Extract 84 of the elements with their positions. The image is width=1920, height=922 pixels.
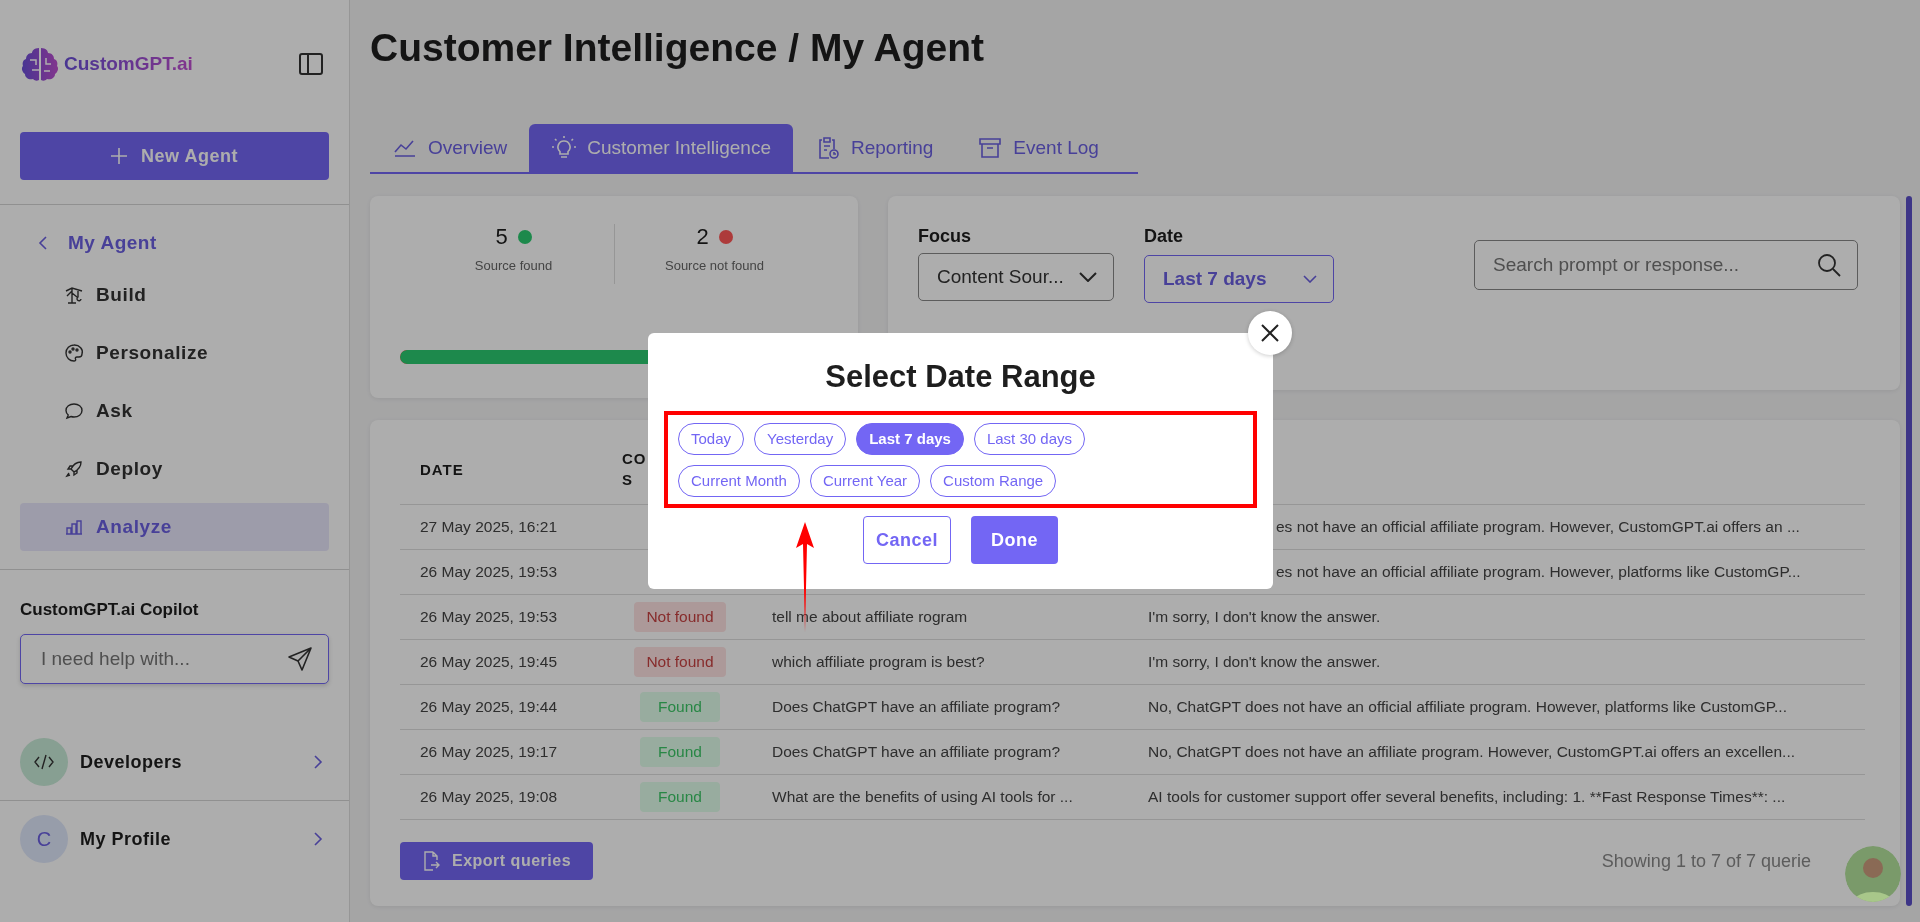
range-chip[interactable]: Last 7 days	[856, 422, 964, 455]
table-cell: I'm sorry, I don't know the answer.	[1148, 653, 1381, 670]
tab[interactable]: Reporting	[792, 124, 956, 172]
table-cell: 26 May 2025, 19:45	[420, 653, 558, 670]
field-label: Date	[1144, 226, 1183, 247]
table-cell: What are the benefits of using AI tools for ...	[772, 788, 1073, 805]
avatar[interactable]	[1845, 846, 1901, 902]
new-agent-button[interactable]: New Agent	[20, 132, 329, 180]
dialog-title: Select Date Range	[825, 359, 1096, 395]
range-chip[interactable]: Yesterday	[754, 422, 847, 455]
nav-item[interactable]: Deploy	[20, 445, 329, 493]
search-field[interactable]: Search prompt or response...	[1474, 240, 1858, 290]
chevron-down-icon	[1303, 275, 1317, 283]
tab[interactable]: Customer Intelligence	[529, 124, 793, 172]
date-dropdown[interactable]: Last 7 days	[1144, 255, 1334, 303]
profile-link[interactable]: My Profile	[80, 828, 172, 850]
table-cell: tell me about affiliate rogram	[772, 608, 968, 625]
archive-box-icon	[977, 135, 1004, 161]
tab[interactable]: Overview	[370, 124, 530, 172]
table-cell: 26 May 2025, 19:53	[420, 563, 558, 580]
search-icon[interactable]	[1816, 252, 1842, 278]
done-button[interactable]: Done	[971, 516, 1058, 564]
table-cell: 26 May 2025, 19:08	[420, 788, 558, 805]
export-button[interactable]: Export queries	[400, 842, 594, 880]
chevron-right-icon[interactable]	[313, 755, 323, 769]
chevron-down-icon	[1079, 272, 1097, 282]
chevron-right-icon[interactable]	[313, 832, 323, 846]
nav-item[interactable]: Personalize	[20, 329, 329, 377]
nav-item[interactable]: Build	[20, 271, 329, 319]
status-label: Found	[640, 737, 720, 767]
stat-value: 5	[495, 224, 508, 250]
focus-dropdown[interactable]: Content Sour...	[918, 253, 1114, 301]
table-cell: Does ChatGPT have an affiliate program?	[772, 698, 1061, 715]
range-chip[interactable]: Last 30 days	[973, 422, 1085, 455]
sidebar-toggle-icon[interactable]	[299, 53, 323, 75]
copilot-input[interactable]: I need help with...	[20, 634, 329, 684]
rocket-icon	[64, 459, 84, 479]
nav-item[interactable]: Ask	[20, 387, 329, 435]
status-label: Found	[640, 782, 720, 812]
stat-value: 2	[696, 224, 709, 250]
palette-icon	[64, 343, 84, 363]
profile-avatar[interactable]: C	[20, 815, 68, 863]
field-label: Focus	[918, 226, 971, 247]
plus-icon	[111, 148, 128, 164]
column-header: DATE	[420, 460, 464, 478]
export-file-icon	[422, 851, 440, 871]
send-icon[interactable]	[287, 646, 313, 672]
developers-link[interactable]: Developers	[80, 751, 183, 773]
chat-bubble-icon	[64, 401, 84, 421]
bar-chart-icon	[64, 517, 84, 537]
range-chip[interactable]: Custom Range	[930, 464, 1057, 497]
table-cell: 26 May 2025, 19:44	[420, 698, 558, 715]
back-link[interactable]: My Agent	[20, 225, 175, 261]
stat-label: Source found	[474, 258, 553, 273]
tab[interactable]: Event Log	[955, 124, 1121, 172]
column-header: CO S	[622, 449, 647, 490]
table-cell: No, ChatGPT does not have an official affiliate program. However, platforms like CustomGP...	[1148, 698, 1787, 715]
chevron-left-icon	[38, 236, 48, 250]
copilot-title: CustomGPT.ai Copilot	[20, 600, 200, 620]
table-cell: es not have an official affiliate program. However, CustomGPT.ai offers an ...	[1276, 518, 1800, 535]
status-label: Found	[640, 692, 720, 722]
range-chip[interactable]: Today	[678, 422, 745, 455]
stat-label: Source not found	[665, 258, 764, 273]
range-chip[interactable]: Current Month	[678, 464, 800, 497]
table-cell: 26 May 2025, 19:53	[420, 608, 558, 625]
table-cell: AI tools for customer support offer several benefits, including: 1. **Fast Response Times**: ...	[1148, 788, 1786, 805]
crane-icon	[64, 285, 84, 305]
page-title: Customer Intelligence / My Agent	[370, 26, 984, 71]
table-cell: es not have an official affiliate program. However, platforms like CustomGP...	[1276, 563, 1801, 580]
scrollbar[interactable]	[1906, 196, 1912, 906]
table-cell: which affiliate program is best?	[772, 653, 985, 670]
range-chip[interactable]: Current Year	[809, 464, 921, 497]
table-cell: 27 May 2025, 16:21	[420, 518, 558, 535]
status-label: Not found	[634, 647, 726, 677]
pagination-info: Showing 1 to 7 of 7 querie	[1601, 850, 1811, 872]
table-cell: No, ChatGPT does not have an affiliate program. However, CustomGPT.ai offers an excellen...	[1148, 743, 1796, 760]
table-cell: Does ChatGPT have an affiliate program?	[772, 743, 1061, 760]
lightbulb-icon	[551, 135, 578, 161]
table-cell: I'm sorry, I don't know the answer.	[1148, 608, 1381, 625]
status-label: Not found	[634, 602, 726, 632]
table-cell: 26 May 2025, 19:17	[420, 743, 558, 760]
code-icon[interactable]	[20, 738, 68, 786]
cancel-button[interactable]: Cancel	[863, 516, 951, 564]
nav-item[interactable]: Analyze	[20, 503, 329, 551]
